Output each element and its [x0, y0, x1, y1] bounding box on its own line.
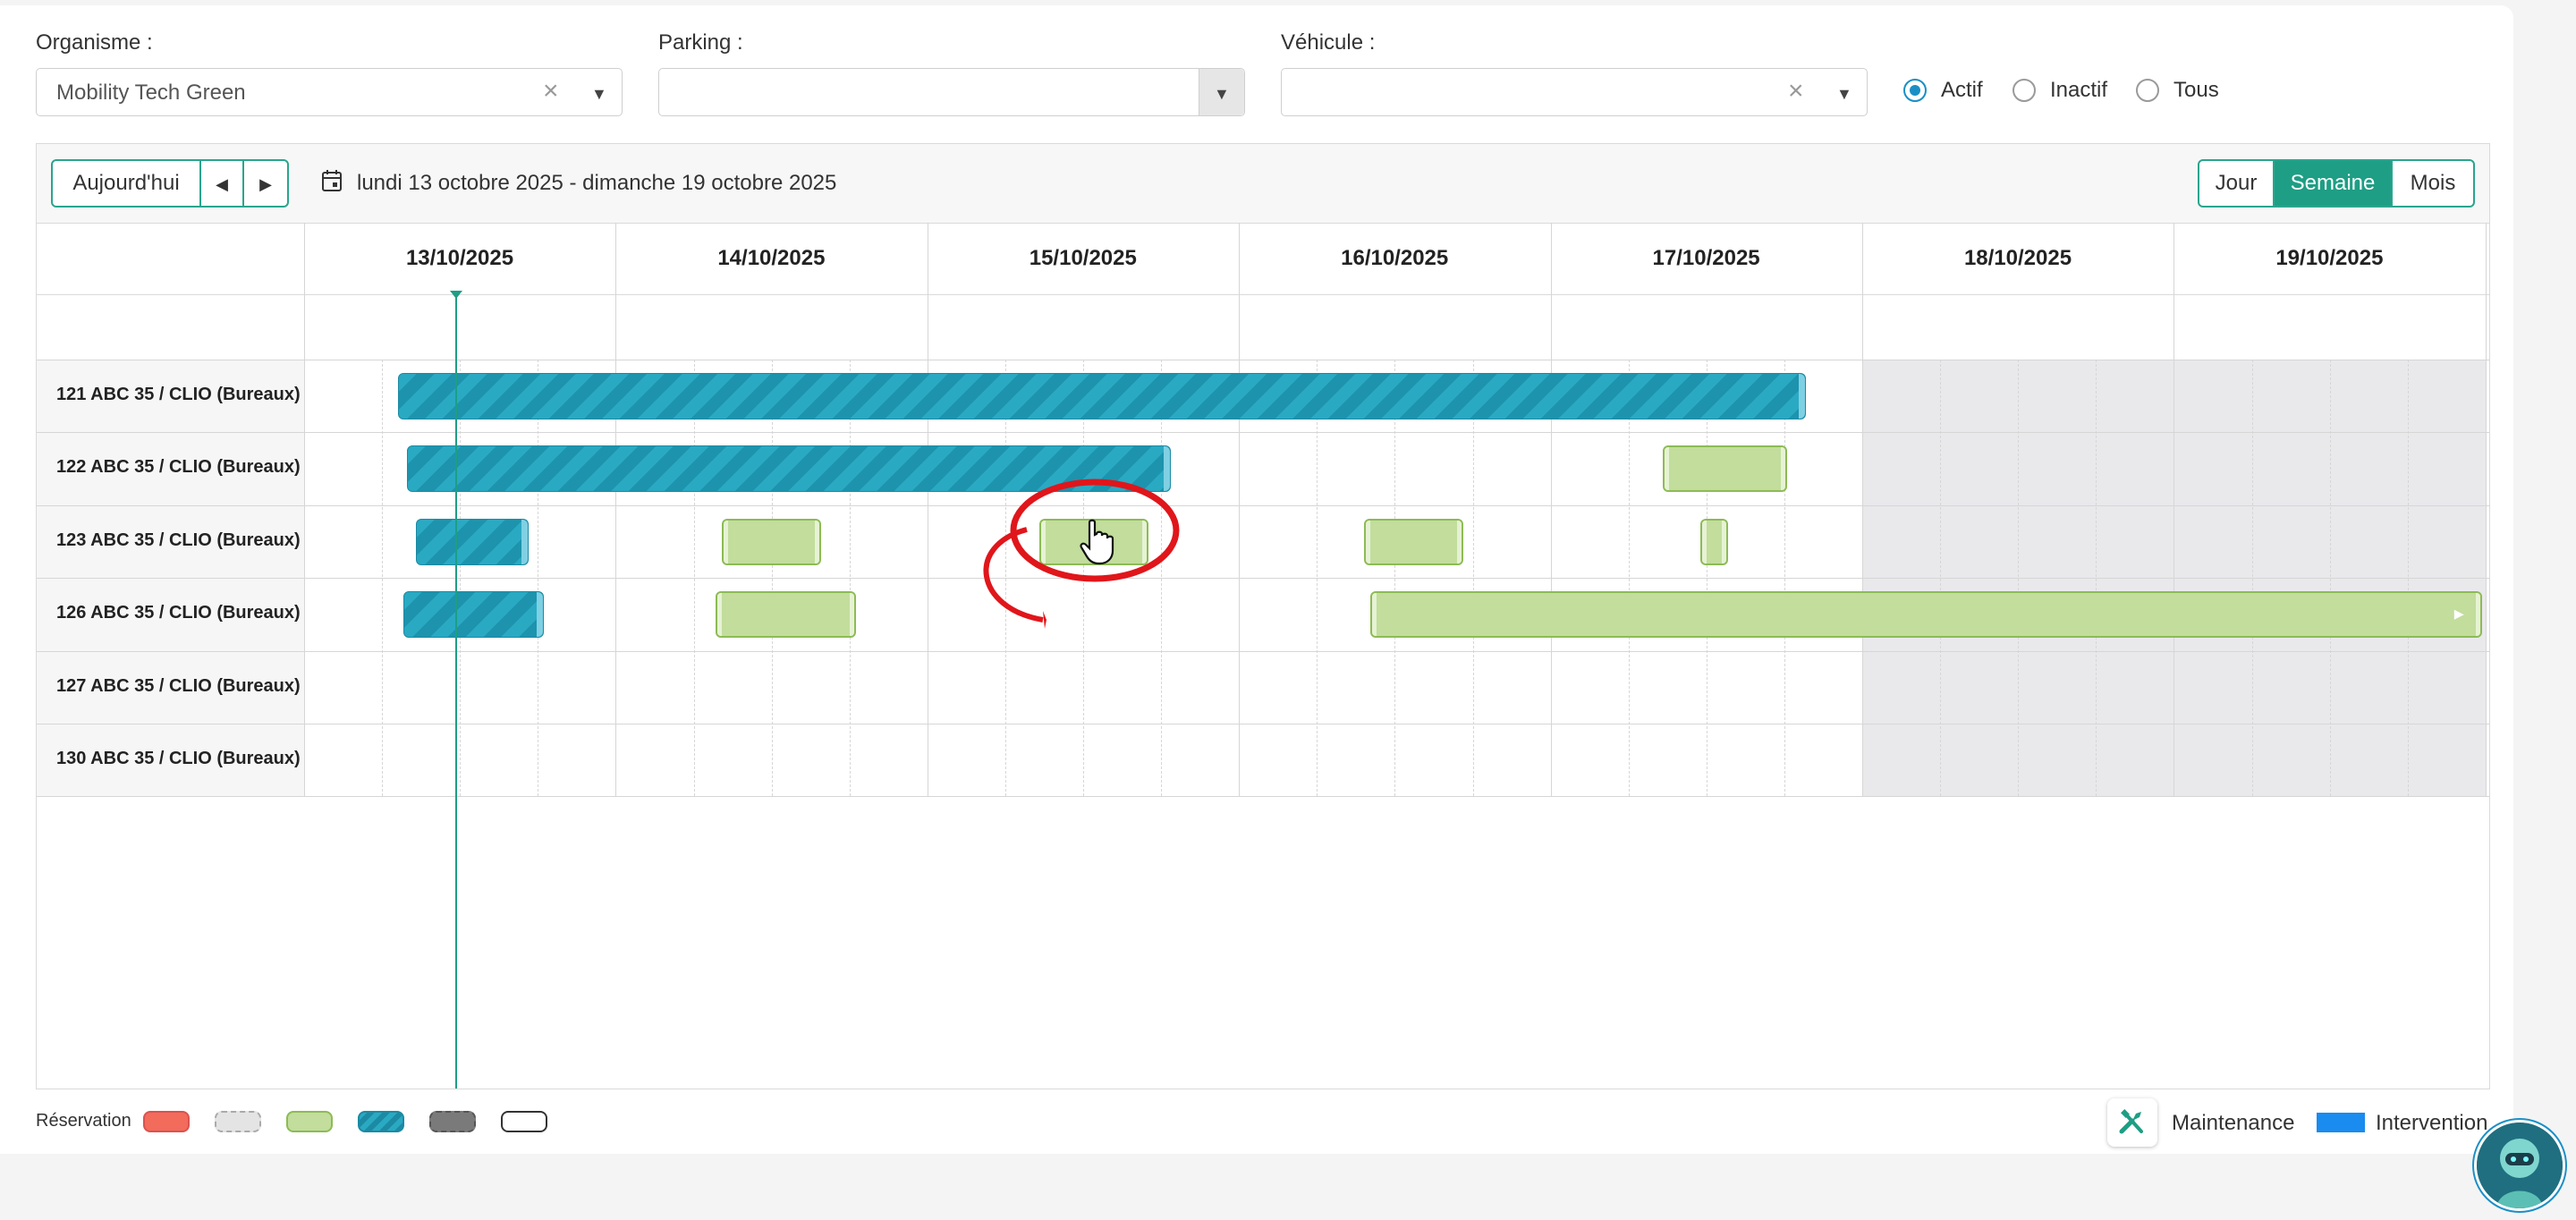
label-divider	[304, 223, 305, 797]
row-divider	[37, 578, 2489, 580]
intervention-label: Intervention	[2376, 1111, 2488, 1135]
caret-left-icon: ◀	[216, 175, 228, 193]
clear-icon[interactable]: ×	[543, 76, 559, 106]
tools-icon	[2119, 1109, 2143, 1134]
day-label: 14/10/2025	[717, 246, 826, 270]
scheduler-toolbar: Aujourd'hui ◀ ▶ lundi 13 octobre 2025 - …	[37, 144, 2489, 224]
reservation-bar[interactable]	[397, 373, 1807, 419]
day-divider	[1239, 223, 1241, 797]
day-header: 13/10/2025 14/10/2025 15/10/2025 16/10/2025…	[37, 223, 2489, 295]
vehicule-label: Véhicule :	[1281, 30, 1376, 55]
radio-dot	[1903, 79, 1927, 102]
row-divider	[37, 504, 2489, 506]
vehicle-label: 121 ABC 35 / CLIO (Bureaux)	[56, 385, 301, 404]
row-divider	[37, 432, 2489, 434]
today-line	[455, 294, 457, 1089]
day-divider	[615, 223, 617, 797]
vehicle-label: 130 ABC 35 / CLIO (Bureaux)	[56, 749, 301, 768]
day-label: 13/10/2025	[405, 246, 514, 270]
day-divider	[2485, 223, 2487, 797]
reservation-bar[interactable]: ▸	[1369, 591, 2482, 639]
clear-icon[interactable]: ×	[1788, 76, 1804, 106]
intervention-swatch	[2317, 1113, 2365, 1132]
maintenance-button[interactable]	[2107, 1098, 2157, 1147]
legend-swatch	[501, 1111, 547, 1132]
radio-actif[interactable]: Actif	[1903, 77, 1983, 104]
view-day-button[interactable]: Jour	[2198, 159, 2275, 208]
scheduler: Aujourd'hui ◀ ▶ lundi 13 octobre 2025 - …	[36, 143, 2490, 1089]
day-label: 19/10/2025	[2275, 246, 2384, 270]
day-label: 15/10/2025	[1029, 246, 1137, 270]
organisme-label: Organisme :	[36, 30, 153, 55]
organisme-value: Mobility Tech Green	[56, 80, 246, 105]
day-label: 16/10/2025	[1341, 246, 1449, 270]
chevron-down-icon: ▼	[1836, 85, 1852, 103]
maintenance-label: Maintenance	[2172, 1111, 2295, 1135]
legend-swatch	[215, 1111, 261, 1132]
reservation-bar[interactable]	[1663, 445, 1788, 493]
day-divider	[1862, 223, 1863, 797]
parking-select[interactable]: ▼	[658, 68, 1245, 116]
radio-inactif[interactable]: Inactif	[2012, 77, 2107, 104]
calendar-icon	[322, 170, 342, 191]
chevron-down-icon: ▼	[1214, 85, 1230, 103]
continue-arrow-icon: ▸	[2453, 602, 2464, 625]
legend-swatch	[286, 1111, 333, 1132]
reservation-bar[interactable]	[416, 518, 529, 565]
day-label: 18/10/2025	[1963, 246, 2072, 270]
vehicule-select[interactable]: × ▼	[1281, 68, 1868, 116]
row-divider	[37, 650, 2489, 652]
assistant-avatar[interactable]	[2474, 1120, 2565, 1211]
next-week-button[interactable]: ▶	[242, 159, 289, 208]
reservation-bar[interactable]	[403, 591, 545, 639]
radio-label: Inactif	[2050, 78, 2108, 102]
legend-swatch	[143, 1111, 190, 1132]
legend-swatch	[429, 1111, 476, 1132]
parking-dropdown-toggle[interactable]: ▼	[1199, 69, 1244, 115]
chevron-down-icon[interactable]: ▼	[591, 85, 607, 104]
today-button[interactable]: Aujourd'hui	[51, 159, 201, 208]
caret-right-icon: ▶	[259, 175, 272, 193]
organisme-select[interactable]: Mobility Tech Green × ▼	[36, 68, 623, 116]
prev-week-button[interactable]: ◀	[199, 159, 244, 208]
hand-cursor-icon	[1080, 519, 1114, 565]
row-divider	[37, 796, 2489, 798]
radio-tous[interactable]: Tous	[2136, 77, 2219, 104]
reservation-bar[interactable]	[1699, 518, 1729, 565]
radio-dot	[2012, 79, 2036, 102]
legend-swatch	[358, 1111, 404, 1132]
annotation-overlay	[983, 479, 1180, 630]
vehicle-label: 123 ABC 35 / CLIO (Bureaux)	[56, 530, 301, 550]
date-range: lundi 13 octobre 2025 - dimanche 19 octo…	[357, 171, 837, 195]
view-month-button[interactable]: Mois	[2391, 159, 2475, 208]
vehicle-label: 122 ABC 35 / CLIO (Bureaux)	[56, 457, 301, 478]
reservation-bar[interactable]	[721, 518, 822, 565]
radio-label: Actif	[1941, 78, 1983, 102]
radio-dot	[2136, 79, 2159, 102]
day-label: 17/10/2025	[1652, 246, 1760, 270]
vehicle-label: 127 ABC 35 / CLIO (Bureaux)	[56, 675, 301, 696]
reservation-bar[interactable]	[715, 591, 856, 639]
legend-label: Réservation	[36, 1111, 131, 1131]
today-marker-icon	[450, 291, 462, 299]
day-divider	[1550, 223, 1552, 797]
parking-label: Parking :	[658, 30, 743, 55]
radio-label: Tous	[2174, 78, 2219, 102]
robot-icon	[2477, 1123, 2563, 1208]
vehicle-label: 126 ABC 35 / CLIO (Bureaux)	[56, 603, 301, 623]
reservation-bar[interactable]	[1363, 518, 1464, 565]
view-week-button[interactable]: Semaine	[2273, 159, 2393, 208]
